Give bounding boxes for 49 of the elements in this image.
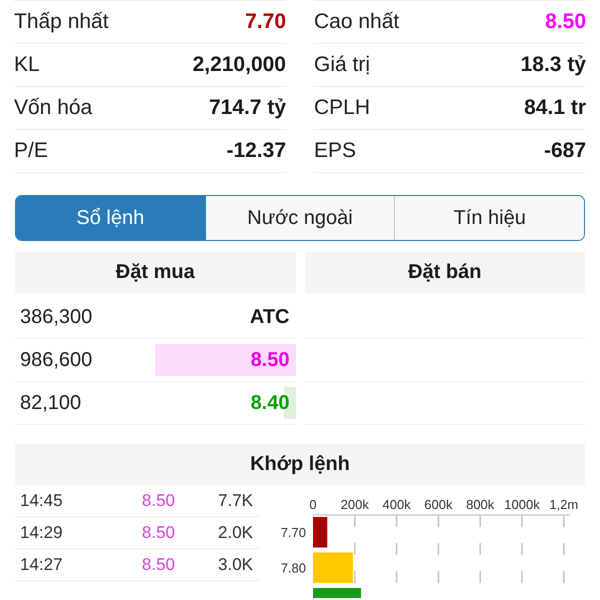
axis-label: 200k — [340, 497, 369, 512]
tab[interactable]: Sổ lệnh — [16, 196, 205, 240]
stat-label: Vốn hóa — [14, 96, 92, 120]
order-price: ATC — [250, 306, 290, 328]
axis-label: 1000k — [504, 497, 540, 512]
stat-label: Cao nhất — [314, 10, 400, 34]
stat-label: CPLH — [314, 96, 370, 120]
trade-time: 14:45 — [19, 490, 64, 510]
trade-price: 8.50 — [140, 490, 175, 510]
category-label: 7.80 — [280, 560, 306, 576]
tab[interactable]: Tín hiệu — [394, 196, 584, 240]
stat-value: 714.7 tỷ — [208, 96, 286, 120]
trade-price: 8.50 — [140, 522, 175, 542]
chart-bar — [313, 552, 353, 583]
trade-time: 14:29 — [19, 522, 64, 542]
stat-value: -687 — [544, 139, 586, 163]
column-header: Đặt mua — [15, 252, 296, 293]
stat-value: 7.70 — [245, 10, 286, 34]
trade-volume: 2.0K — [217, 522, 253, 542]
axis-label: 800k — [466, 497, 494, 512]
stat-label: EPS — [314, 139, 356, 163]
stat-value: -12.37 — [226, 139, 286, 163]
axis-label: 400k — [382, 497, 411, 512]
stat-value: 8.50 — [545, 10, 586, 34]
order-volume: 386,300 — [19, 306, 92, 328]
stat-value: 18.3 tỷ — [520, 53, 586, 77]
axis-label: 0 — [309, 497, 317, 512]
order-price: 8.40 — [250, 392, 290, 414]
stat-label: KL — [14, 53, 40, 77]
stat-value: 84.1 tr — [524, 96, 586, 120]
order-price: 8.50 — [250, 348, 290, 372]
stat-value: 2,210,000 — [192, 53, 286, 77]
category-label: 7.70 — [280, 524, 306, 540]
trade-price: 8.50 — [140, 554, 175, 574]
trade-volume: 7.7K — [217, 490, 253, 510]
column-header: Đặt bán — [304, 252, 585, 293]
chart-bar — [313, 588, 362, 598]
axis-label: 600k — [424, 497, 452, 512]
chart-bar — [313, 517, 328, 548]
stat-label: P/E — [14, 139, 48, 163]
stat-label: Thấp nhất — [14, 10, 109, 34]
stat-label: Giá trị — [314, 53, 370, 77]
order-volume: 82,100 — [19, 392, 82, 414]
trade-time: 14:27 — [19, 554, 64, 574]
order-volume: 986,600 — [19, 348, 92, 372]
tab[interactable]: Nước ngoài — [204, 196, 394, 240]
trade-volume: 3.0K — [217, 554, 253, 574]
section-header: Khớp lệnh — [15, 444, 585, 485]
axis-label: 1,2m — [549, 497, 578, 512]
